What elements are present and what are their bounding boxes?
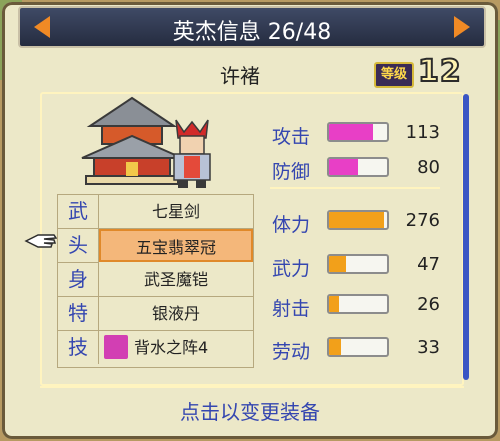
stat-fill (329, 159, 358, 175)
equipment-row-body[interactable]: 身 武圣魔铠 (58, 263, 253, 297)
change-equipment-hint[interactable]: 点击以变更装备 (0, 396, 500, 425)
stat-label-stamina: 体力 (272, 214, 311, 236)
equipment-slot: 特 (58, 297, 99, 331)
equipment-table: 武 七星剑 头 五宝翡翠冠 身 武圣魔铠 特 银液丹 技 背水之阵4 (57, 194, 254, 368)
stat-bar-defense (327, 157, 389, 177)
stat-label-force: 武力 (272, 258, 311, 280)
stat-value-stamina: 276 (405, 210, 440, 231)
stat-label-shooting: 射击 (272, 298, 311, 320)
level-value: 12 (417, 53, 462, 90)
hero-name: 许褚 (220, 64, 260, 88)
scrollbar[interactable] (463, 94, 469, 380)
title-bar: 英杰信息 26/48 (18, 6, 486, 48)
equipment-item-selected[interactable]: 五宝翡翠冠 (99, 229, 253, 262)
stat-bar-attack (327, 122, 389, 142)
stat-value-labor: 33 (417, 337, 440, 358)
stat-label-labor: 劳动 (272, 341, 311, 363)
stat-bar-force (327, 254, 389, 274)
equipment-item[interactable]: 七星剑 (99, 195, 253, 229)
stat-bar-stamina (327, 210, 389, 230)
stat-fill (329, 124, 373, 140)
divider (270, 187, 440, 189)
footer-divider (40, 386, 464, 388)
stat-value-defense: 80 (417, 157, 440, 178)
equipment-slot: 技 (58, 331, 99, 364)
equipment-row-special[interactable]: 特 银液丹 (58, 297, 253, 331)
hand-pointer-icon (24, 234, 58, 248)
skill-scroll-icon (104, 335, 128, 359)
equipment-row-skill[interactable]: 技 背水之阵4 (58, 331, 253, 365)
equipment-item[interactable]: 武圣魔铠 (99, 263, 253, 297)
equipment-row-head[interactable]: 头 五宝翡翠冠 (58, 229, 253, 263)
equipment-row-weapon[interactable]: 武 七星剑 (58, 195, 253, 229)
stat-value-attack: 113 (405, 122, 440, 143)
stat-label-defense: 防御 (272, 161, 311, 183)
stat-fill (329, 256, 347, 272)
stat-value-force: 47 (417, 254, 440, 275)
equipment-item[interactable]: 银液丹 (99, 297, 253, 331)
stat-bar-labor (327, 337, 389, 357)
stat-fill (329, 212, 385, 228)
next-arrow-icon[interactable] (454, 16, 470, 38)
stat-fill (329, 296, 340, 312)
equipment-slot: 身 (58, 263, 99, 297)
hero-sprite-icon (173, 119, 211, 188)
level-badge: 等级 (374, 62, 414, 88)
equipment-slot: 武 (58, 195, 99, 229)
stat-bar-shooting (327, 294, 389, 314)
stat-label-attack: 攻击 (272, 126, 311, 148)
dialog-title: 英杰信息 26/48 (172, 20, 332, 45)
equipment-slot: 头 (58, 229, 99, 263)
stat-value-shooting: 26 (417, 294, 440, 315)
stat-fill (329, 339, 341, 355)
equipment-item[interactable]: 背水之阵4 (134, 331, 253, 364)
